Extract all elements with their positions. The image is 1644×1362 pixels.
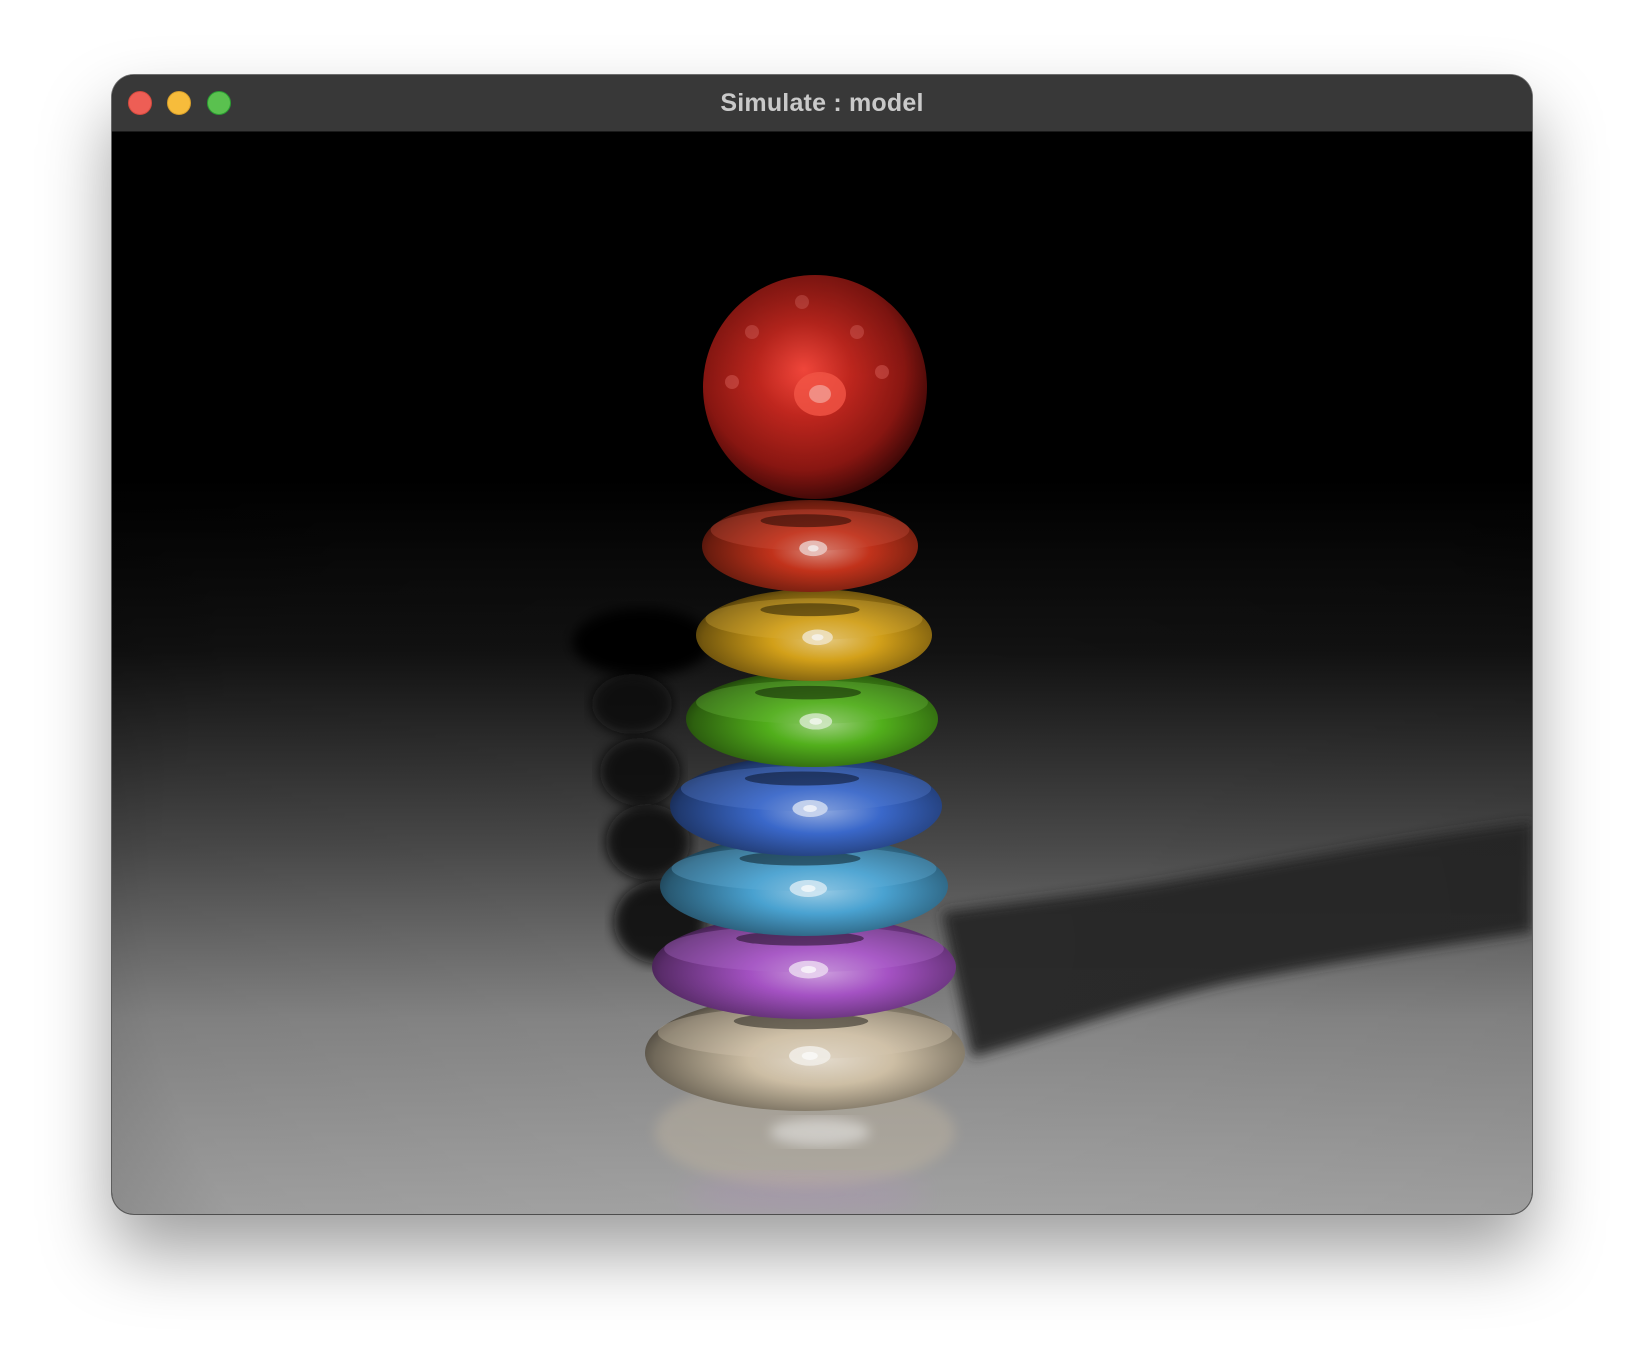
stack-sphere[interactable]: [703, 275, 927, 499]
stack-ring[interactable]: [702, 500, 918, 592]
scene-canvas[interactable]: [112, 132, 1532, 1214]
cast-shadow-ring: [592, 674, 672, 734]
reflection-highlight: [770, 1118, 870, 1146]
simulation-viewport[interactable]: [112, 132, 1532, 1214]
app-window: Simulate : model: [112, 75, 1532, 1214]
cast-shadow-ball: [572, 608, 712, 676]
title-bar[interactable]: Simulate : model: [112, 75, 1532, 132]
window-title: Simulate : model: [720, 89, 924, 117]
cast-shadow-ring: [600, 738, 680, 806]
stack-ring[interactable]: [696, 589, 932, 681]
reflection-ring: [685, 1174, 925, 1214]
stack-ring[interactable]: [670, 756, 942, 856]
stack-ring[interactable]: [686, 671, 938, 767]
